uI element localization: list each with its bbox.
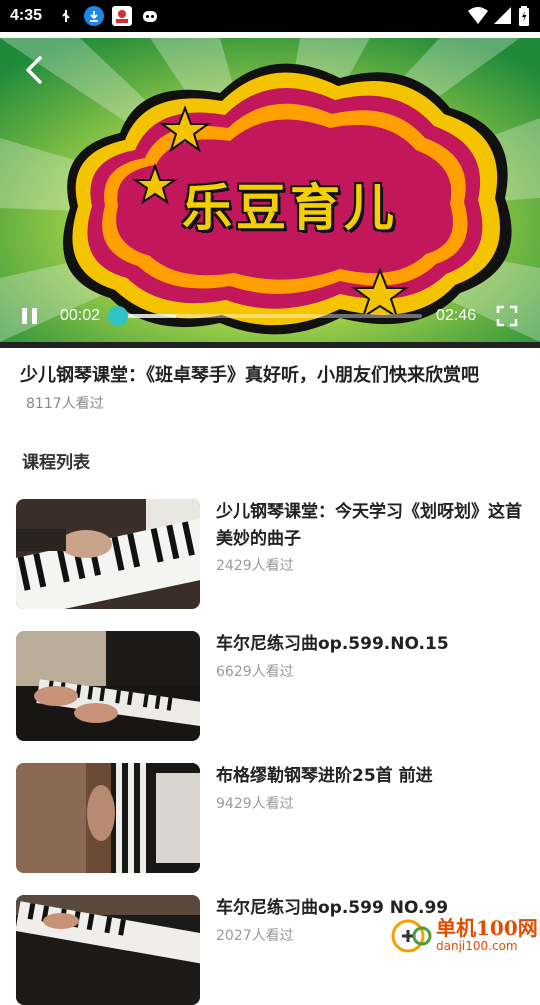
app-icon [112, 6, 133, 26]
status-time: 4:35 [10, 7, 43, 24]
fullscreen-button[interactable] [496, 305, 518, 327]
course-title: 布格缪勒钢琴进阶25首 前进 [216, 766, 433, 786]
watermark-logo [391, 919, 432, 953]
watermark-text: 单机100网 [436, 916, 538, 940]
video-player[interactable]: 乐豆育儿 00:02 02:46 [0, 38, 540, 342]
course-thumbnail [16, 631, 200, 741]
video-title: 少儿钢琴课堂：《班卓琴手》真好听，小朋友们快来欣赏吧 [20, 365, 479, 386]
course-views: 2429人看过 [216, 558, 294, 574]
battery-icon [518, 6, 530, 30]
seek-bar[interactable] [107, 306, 423, 326]
course-title: 车尔尼练习曲op.599.NO.15 [216, 634, 449, 654]
download-icon [84, 6, 105, 26]
video-views: 8117人看过 [26, 396, 104, 412]
watermark-sub: danji100.com [436, 939, 518, 953]
video-info: 少儿钢琴课堂：《班卓琴手》真好听，小朋友们快来欣赏吧 8117人看过 [20, 362, 525, 418]
pause-icon [22, 308, 37, 324]
robot-icon [140, 6, 160, 26]
course-item[interactable]: 车尔尼练习曲op.599.NO.15 6629人看过 [16, 631, 526, 741]
player-bottom-edge [0, 342, 540, 348]
fullscreen-icon [496, 305, 518, 327]
course-title: 少儿钢琴课堂：今天学习《划呀划》这首美妙的曲子 [216, 502, 522, 549]
wifi-icon [468, 7, 488, 29]
signal-icon [494, 7, 512, 29]
current-time: 00:02 [60, 307, 101, 324]
watermark: 单机100网 danji100.com [390, 910, 540, 960]
section-title: 课程列表 [22, 453, 90, 473]
back-arrow-icon [26, 56, 42, 84]
banner-text: 乐豆育儿 [182, 179, 398, 237]
course-thumbnail [16, 895, 200, 1005]
pause-button[interactable] [20, 306, 40, 326]
duration-time: 02:46 [436, 307, 477, 324]
usb-icon [56, 6, 76, 26]
status-bar: 4:35 [0, 0, 540, 32]
course-item[interactable]: 布格缪勒钢琴进阶25首 前进 9429人看过 [16, 763, 526, 873]
player-controls: 00:02 02:46 [0, 290, 540, 342]
course-views: 2027人看过 [216, 928, 294, 944]
course-views: 9429人看过 [216, 796, 294, 812]
course-item[interactable]: 少儿钢琴课堂：今天学习《划呀划》这首美妙的曲子 2429人看过 [16, 499, 526, 609]
course-views: 6629人看过 [216, 664, 294, 680]
course-thumbnail [16, 763, 200, 873]
course-thumbnail [16, 499, 200, 609]
back-button[interactable] [18, 52, 54, 88]
seek-thumb[interactable] [107, 306, 128, 326]
